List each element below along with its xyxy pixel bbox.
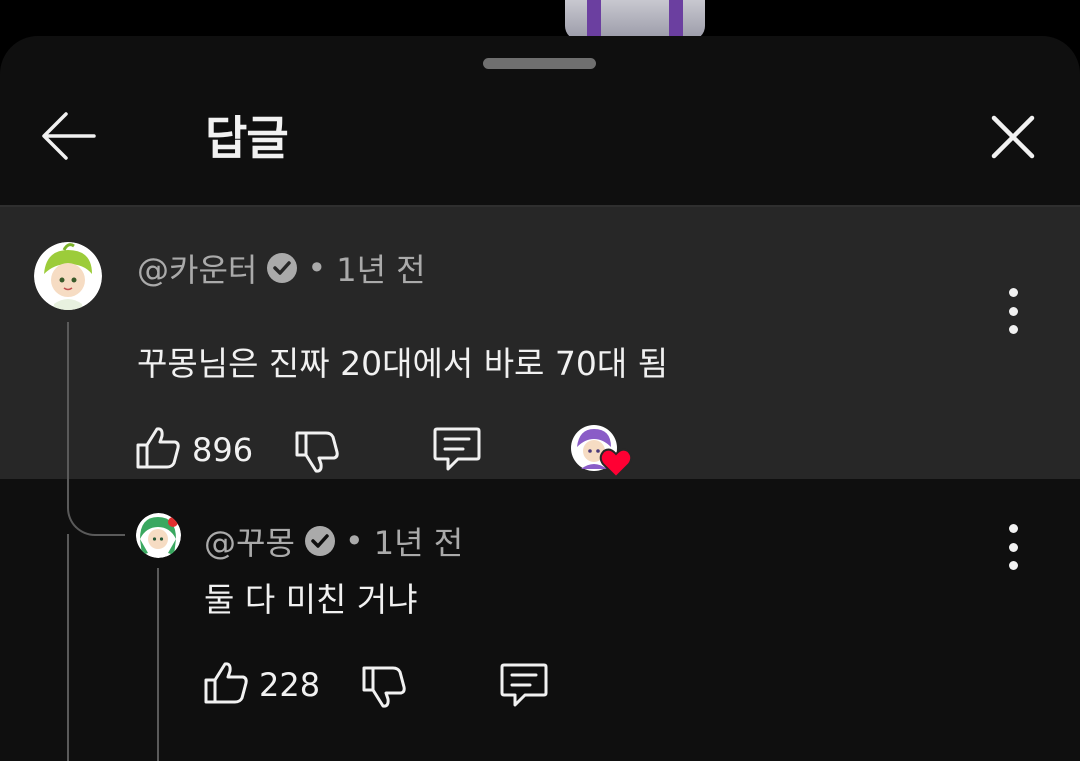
panel-header: 답글 (0, 36, 1080, 206)
background-video-thumbnail (565, 0, 705, 40)
reply-like-icon[interactable] (203, 660, 249, 706)
panel-title: 답글 (205, 111, 289, 165)
reply-thread-line (157, 568, 159, 761)
reply-more-options-icon[interactable] (1003, 524, 1023, 570)
close-icon[interactable] (988, 112, 1038, 162)
reply-icon[interactable] (432, 425, 482, 473)
back-arrow-icon[interactable] (40, 108, 98, 164)
reply-author[interactable]: @꾸몽 (204, 518, 295, 564)
thread-connector (67, 476, 125, 536)
reply-text: 둘 다 미친 거냐 (204, 580, 418, 619)
main-comment: @카운터 • 1년 전 꾸몽님은 진짜 20대에서 바로 70대 됨 896 (0, 207, 1080, 479)
heart-icon (599, 448, 633, 479)
creator-heart (571, 425, 635, 481)
thread-line (67, 322, 69, 487)
thread-line-continuation (67, 534, 69, 761)
comment-timestamp: 1년 전 (336, 251, 426, 289)
like-count: 896 (192, 431, 254, 469)
reply-like-count: 228 (259, 666, 321, 704)
comment-meta: @카운터 • 1년 전 (137, 245, 426, 291)
reply-meta: @꾸몽 • 1년 전 (204, 518, 463, 564)
reply-reply-icon[interactable] (499, 661, 549, 709)
comment-author[interactable]: @카운터 (137, 245, 257, 291)
reply-dislike-icon[interactable] (361, 664, 407, 710)
dislike-icon[interactable] (294, 429, 340, 475)
reply-author-avatar[interactable] (136, 513, 181, 558)
verified-check-icon (267, 253, 298, 283)
like-icon[interactable] (135, 425, 181, 471)
more-options-icon[interactable] (1003, 288, 1023, 334)
comment-text: 꾸몽님은 진짜 20대에서 바로 70대 됨 (137, 344, 669, 383)
replies-panel: 답글 @카운터 • 1년 전 꾸몽님은 진짜 20대에서 바로 70대 됨 89… (0, 36, 1080, 761)
reply-timestamp: 1년 전 (373, 524, 464, 562)
verified-check-icon (304, 526, 335, 556)
commenter-avatar[interactable] (34, 242, 102, 310)
